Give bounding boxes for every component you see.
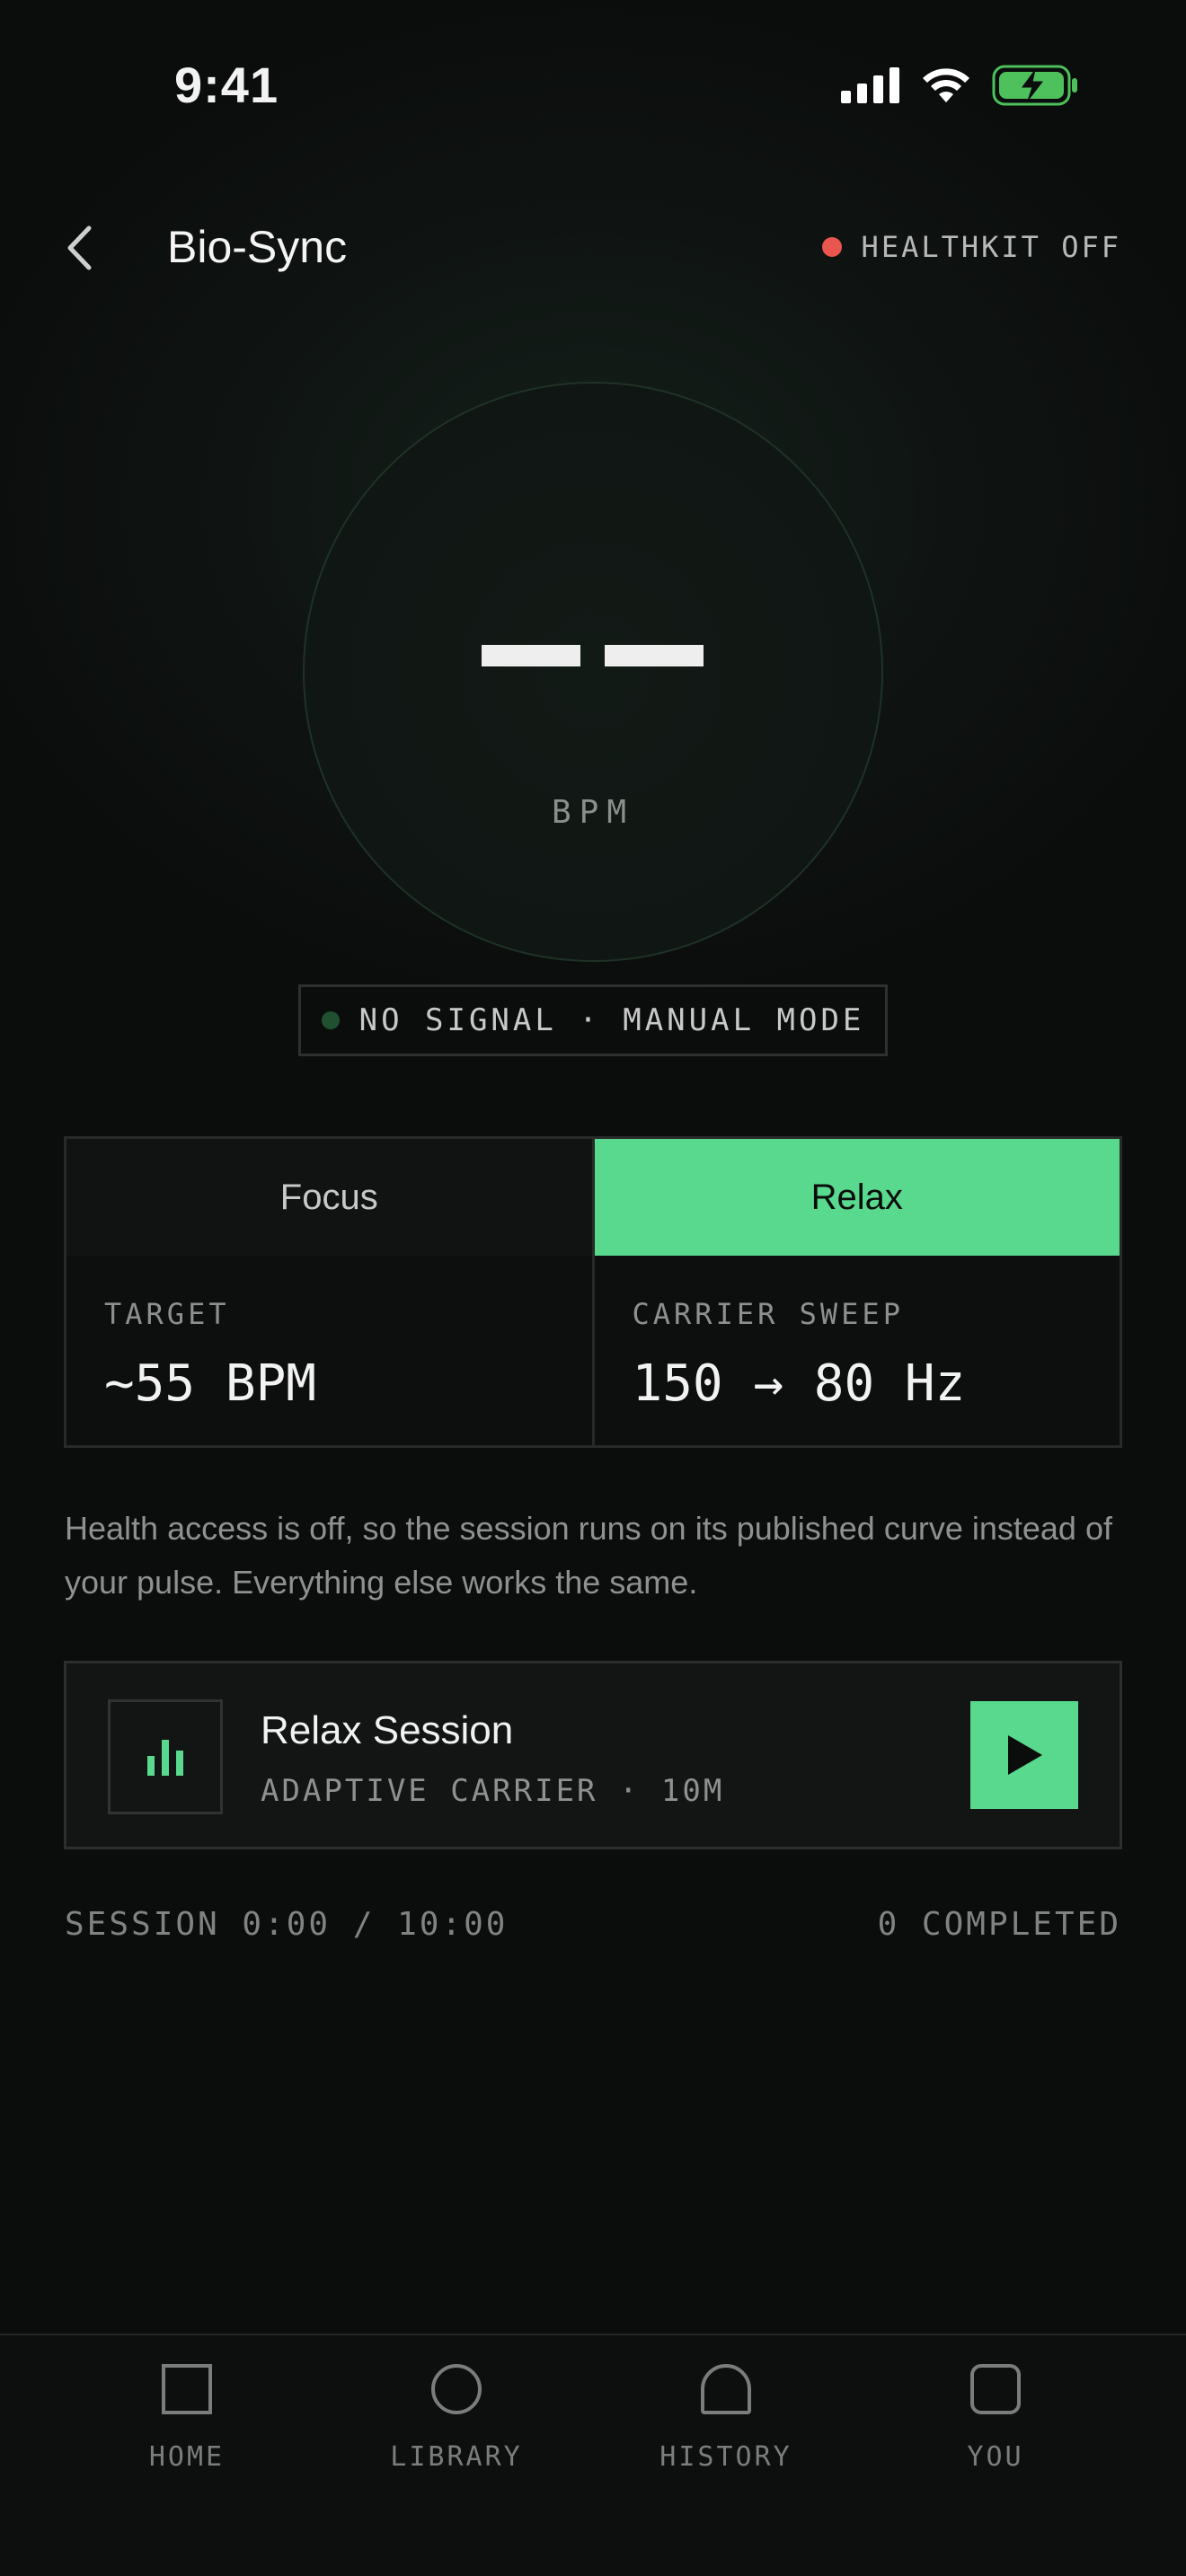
chevron-left-icon — [67, 225, 92, 270]
square-icon — [162, 2364, 212, 2414]
session-metrics: TARGET ~55 BPM CARRIER SWEEP 150 → 80 Hz — [64, 1256, 1122, 1448]
session-progress: SESSION 0:00 / 10:00 — [65, 1906, 509, 1943]
tab-label: HISTORY — [659, 2441, 792, 2473]
carrier-sweep-metric: CARRIER SWEEP 150 → 80 Hz — [591, 1256, 1120, 1445]
mode-relax-button[interactable]: Relax — [594, 1139, 1120, 1256]
mode-segmented-control: Focus Relax — [64, 1136, 1122, 1258]
page-title: Bio-Sync — [167, 222, 348, 272]
circle-icon — [431, 2364, 482, 2414]
healthkit-status: HEALTHKIT OFF — [821, 230, 1121, 264]
session-subtitle: ADAPTIVE CARRIER · 10M — [261, 1773, 725, 1809]
status-dot-icon — [821, 237, 842, 257]
session-title: Relax Session — [261, 1708, 514, 1752]
mode-focus-button[interactable]: Focus — [66, 1139, 595, 1256]
bpm-unit-label: BPM — [551, 794, 635, 831]
equalizer-bar — [147, 1756, 155, 1776]
signal-status-badge: NO SIGNAL · MANUAL MODE — [298, 984, 888, 1056]
tab-label: LIBRARY — [390, 2441, 523, 2473]
healthkit-status-label: HEALTHKIT OFF — [861, 230, 1121, 264]
arch-icon — [701, 2364, 751, 2414]
equalizer-icon — [108, 1699, 223, 1814]
heart-rate-ring — [303, 382, 883, 962]
cellular-signal-icon — [841, 67, 899, 103]
play-button[interactable] — [970, 1701, 1078, 1809]
tab-label: HOME — [148, 2441, 226, 2473]
tab-history[interactable]: HISTORY — [591, 2335, 861, 2576]
equalizer-bar — [162, 1740, 169, 1776]
carrier-sweep-value: 150 → 80 Hz — [632, 1354, 966, 1413]
tab-home[interactable]: HOME — [52, 2335, 322, 2576]
bpm-placeholder-dash — [482, 645, 580, 666]
signal-status-text: NO SIGNAL · MANUAL MODE — [358, 1002, 865, 1038]
target-label: TARGET — [104, 1297, 230, 1331]
tab-label: YOU — [967, 2441, 1024, 2473]
play-icon — [1008, 1735, 1042, 1775]
wifi-icon — [923, 68, 969, 102]
health-access-note: Health access is off, so the session run… — [65, 1510, 1112, 1601]
battery-charging-icon — [992, 65, 1077, 106]
session-card[interactable]: Relax Session ADAPTIVE CARRIER · 10M — [64, 1661, 1122, 1849]
sessions-completed: 0 COMPLETED — [877, 1906, 1121, 1943]
bpm-placeholder-dash — [605, 645, 704, 666]
tab-library[interactable]: LIBRARY — [322, 2335, 591, 2576]
status-icons — [841, 65, 1078, 106]
rounded-square-icon — [970, 2364, 1021, 2414]
carrier-sweep-label: CARRIER SWEEP — [632, 1297, 904, 1331]
signal-dot-icon — [321, 1011, 340, 1029]
target-value: ~55 BPM — [104, 1354, 317, 1413]
target-metric: TARGET ~55 BPM — [66, 1256, 592, 1445]
equalizer-bar — [176, 1751, 183, 1776]
screen: 9:41 Bio-Sync HEALTHKIT OFF BPM NO SIGNA… — [0, 0, 1186, 2576]
status-time: 9:41 — [174, 57, 279, 113]
back-button[interactable] — [58, 219, 101, 277]
tab-you[interactable]: YOU — [861, 2335, 1130, 2576]
tab-bar: HOME LIBRARY HISTORY YOU — [0, 2333, 1186, 2576]
